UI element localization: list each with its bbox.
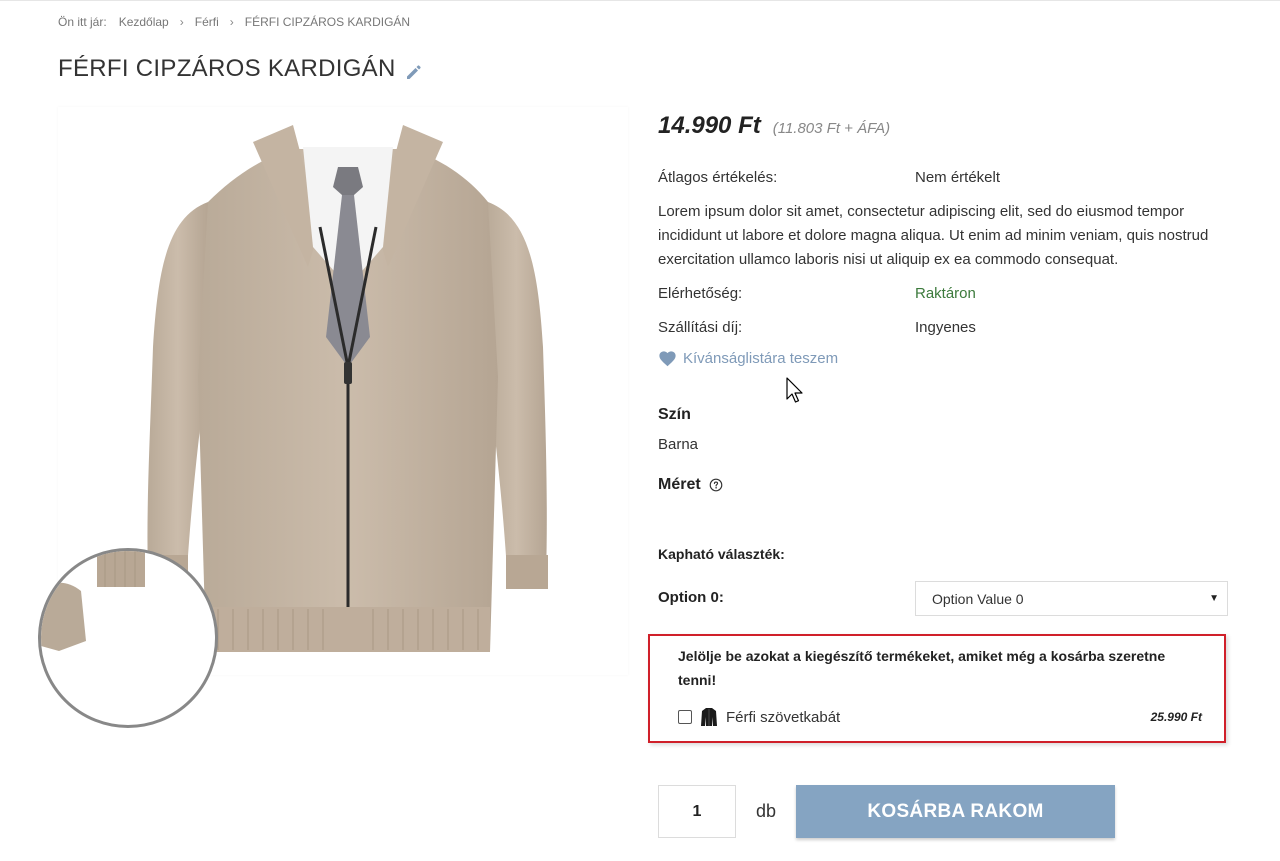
breadcrumb-home[interactable]: Kezdőlap xyxy=(119,15,169,29)
price: 14.990 Ft xyxy=(658,112,761,139)
option-select[interactable]: Option Value 0 ▼ xyxy=(915,581,1228,616)
breadcrumb: Ön itt jár: Kezdőlap › Férfi › FÉRFI CIP… xyxy=(58,15,410,29)
breadcrumb-prefix: Ön itt jár: xyxy=(58,15,107,29)
product-title: FÉRFI CIPZÁROS KARDIGÁN xyxy=(58,55,396,82)
price-net: (11.803 Ft + ÁFA) xyxy=(772,120,891,137)
jacket-icon xyxy=(701,708,717,726)
wishlist-label: Kívánságlistára teszem xyxy=(683,350,839,367)
breadcrumb-separator: › xyxy=(229,15,234,29)
add-to-cart-button[interactable]: KOSÁRBA RAKOM xyxy=(796,785,1115,838)
mouse-cursor-icon xyxy=(786,377,803,403)
size-title: Méret xyxy=(658,476,701,493)
help-circle-icon[interactable] xyxy=(709,478,723,492)
top-divider xyxy=(0,0,1280,1)
color-section-title: Szín xyxy=(658,406,691,424)
pencil-icon[interactable] xyxy=(405,60,423,79)
rating-label: Átlagos értékelés: xyxy=(658,169,778,186)
availability-label: Elérhetőség: xyxy=(658,285,743,302)
accessory-checkbox[interactable] xyxy=(678,710,692,724)
availability-value: Raktáron xyxy=(915,285,976,302)
accessory-item: Férfi szövetkabát 25.990 Ft xyxy=(678,707,1202,727)
accessory-price: 25.990 Ft xyxy=(1150,710,1202,724)
caret-down-icon: ▼ xyxy=(1209,593,1219,604)
heart-icon xyxy=(659,351,676,367)
size-section-title: Méret xyxy=(658,476,723,494)
option-label: Option 0: xyxy=(658,589,724,606)
available-label: Kapható választék: xyxy=(658,546,785,562)
accessory-title: Jelölje be azokat a kiegészítő termékeke… xyxy=(678,648,1166,688)
product-description: Lorem ipsum dolor sit amet, consectetur … xyxy=(658,203,1209,268)
breadcrumb-current: FÉRFI CIPZÁROS KARDIGÁN xyxy=(244,15,411,29)
quantity-input[interactable] xyxy=(658,785,736,838)
accessory-box: Jelölje be azokat a kiegészítő termékeke… xyxy=(648,634,1226,743)
availability-row: Elérhetőség: Raktáron xyxy=(658,285,976,302)
page-title: FÉRFI CIPZÁROS KARDIGÁN xyxy=(58,55,423,83)
rating-row: Átlagos értékelés: Nem értékelt xyxy=(658,169,1000,186)
color-title: Szín xyxy=(658,406,691,423)
option-selected-value: Option Value 0 xyxy=(932,590,1024,607)
shipping-row: Szállítási díj: Ingyenes xyxy=(658,319,976,336)
wishlist-link[interactable]: Kívánságlistára teszem xyxy=(658,350,838,367)
zoom-lens xyxy=(38,548,218,728)
breadcrumb-category[interactable]: Férfi xyxy=(195,15,219,29)
shipping-label: Szállítási díj: xyxy=(658,319,743,336)
quantity-unit: db xyxy=(756,801,777,821)
shipping-value: Ingyenes xyxy=(915,319,976,336)
color-value: Barna xyxy=(658,436,699,453)
rating-value: Nem értékelt xyxy=(915,169,1001,186)
breadcrumb-separator: › xyxy=(179,15,184,29)
accessory-name[interactable]: Férfi szövetkabát xyxy=(726,709,840,726)
price-row: 14.990 Ft (11.803 Ft + ÁFA) xyxy=(658,112,890,140)
